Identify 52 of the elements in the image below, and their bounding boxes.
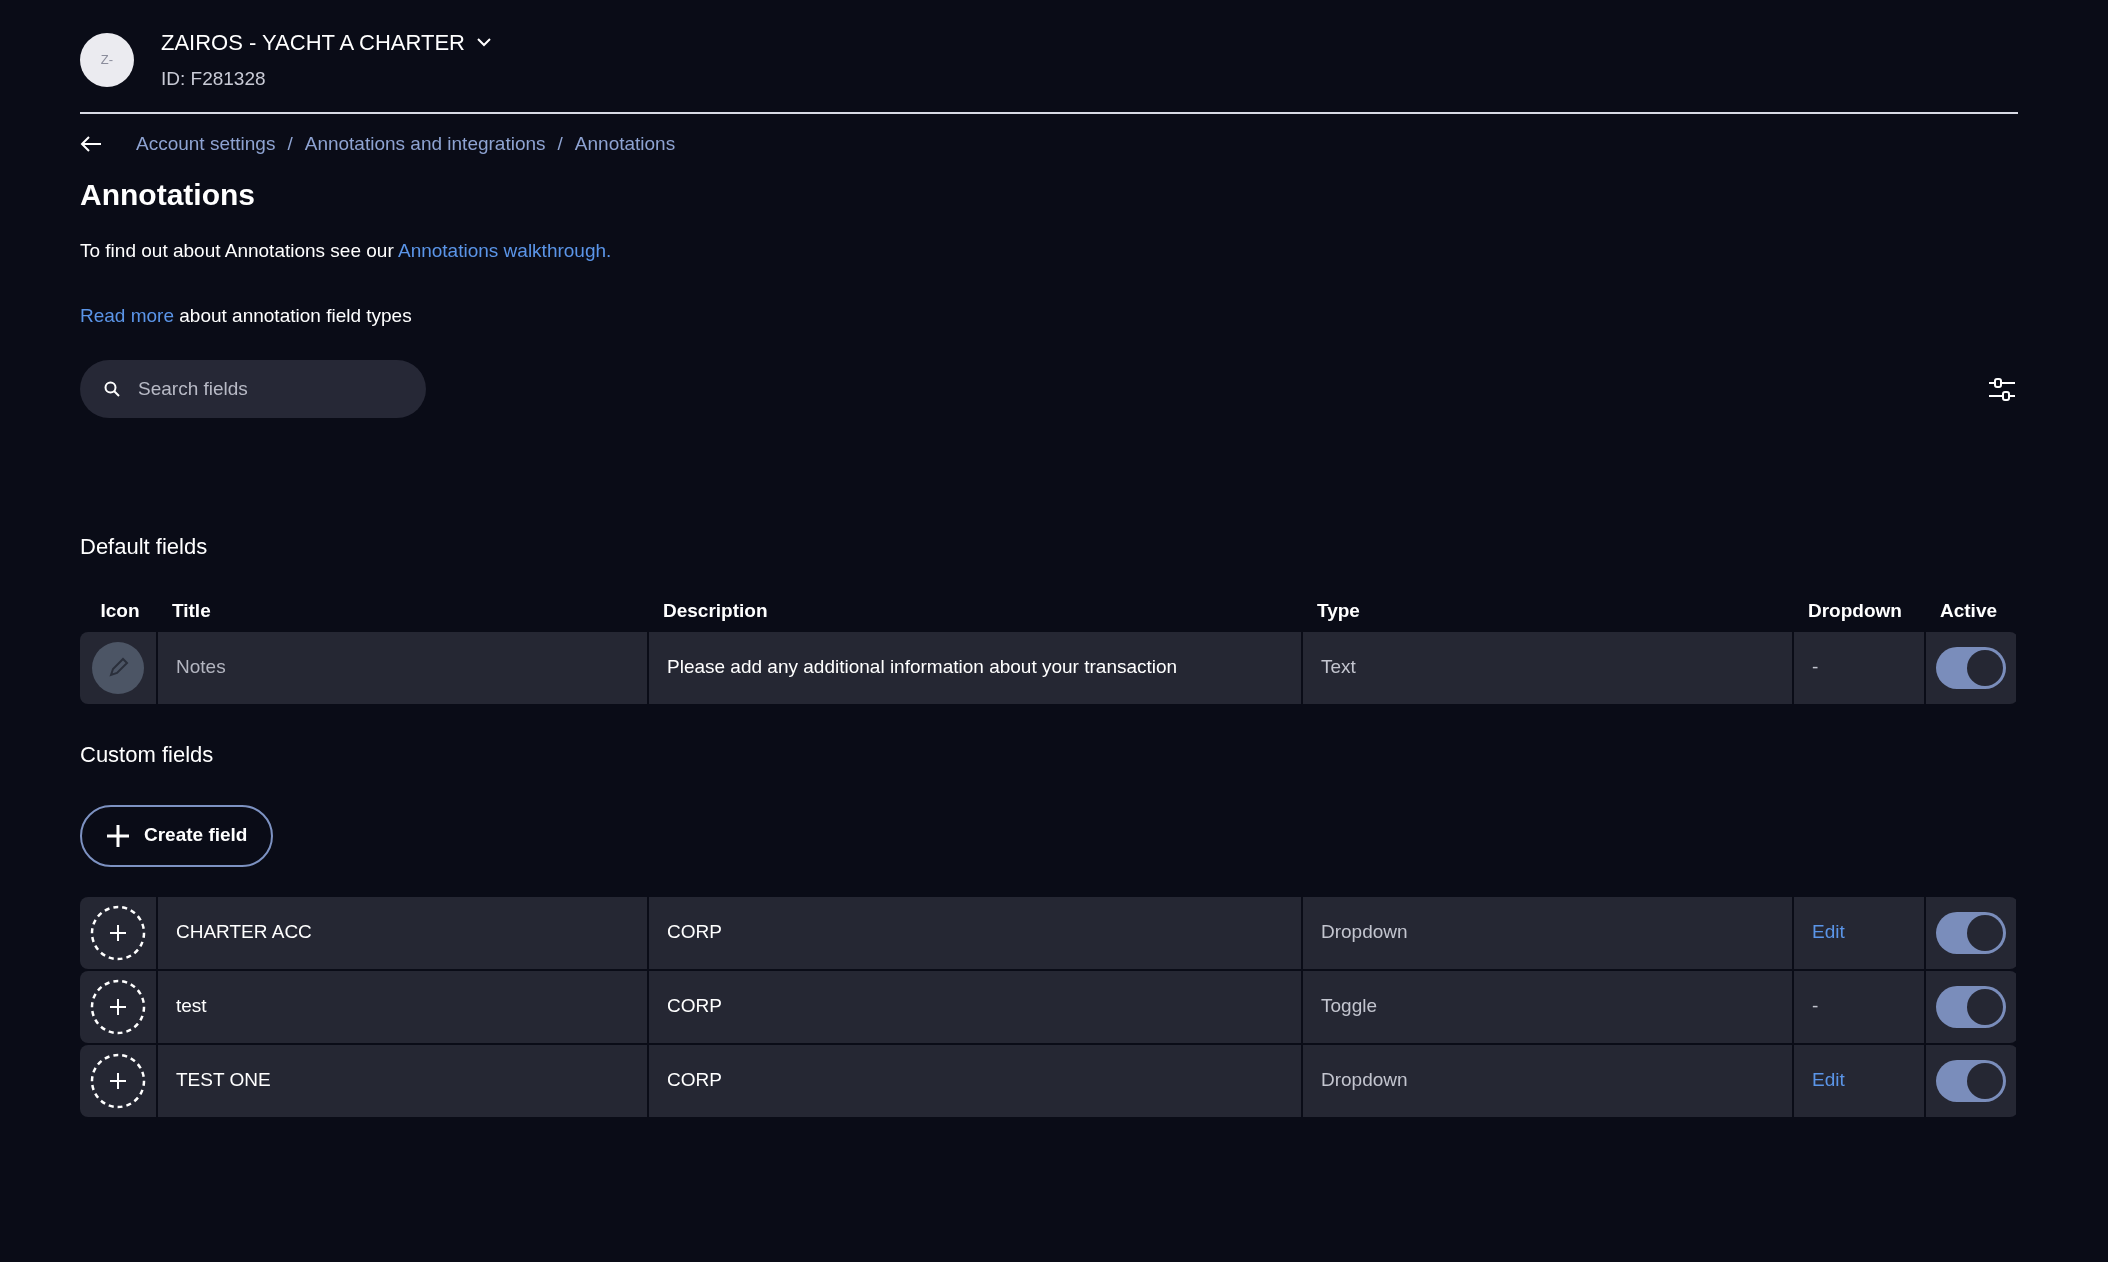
search-field[interactable]: Search fields: [80, 360, 426, 418]
field-type: Dropdown: [1321, 920, 1408, 945]
field-type: Dropdown: [1321, 1068, 1408, 1093]
section-heading: Default fields: [80, 533, 209, 561]
field-type: Text: [1321, 655, 1356, 680]
read-more-link[interactable]: Read more: [80, 304, 174, 326]
read-more-text: Read more about annotation field types: [80, 303, 413, 328]
empty-value: -: [1812, 994, 1819, 1019]
column-header: Dropdown: [1808, 600, 1902, 621]
column-header: Type: [1317, 600, 1360, 621]
account-id: ID: F281328: [161, 67, 267, 91]
back-arrow-icon[interactable]: [80, 135, 102, 152]
active-toggle[interactable]: [1936, 646, 2006, 689]
field-description: Please add any additional information about your transaction: [667, 655, 1178, 680]
plus-icon: [106, 823, 130, 848]
edit-link[interactable]: Edit: [1812, 1066, 1845, 1095]
breadcrumb-link[interactable]: Annotations and integrations: [304, 129, 546, 158]
active-toggle[interactable]: [1936, 985, 2006, 1028]
breadcrumb-link[interactable]: Annotations: [574, 129, 676, 158]
add-icon[interactable]: [90, 978, 146, 1035]
breadcrumb-link[interactable]: Account settings: [136, 129, 276, 158]
field-description: CORP: [667, 1068, 722, 1093]
field-title: Notes: [176, 655, 226, 680]
create-field-button[interactable]: Create field: [80, 804, 274, 867]
column-header: Description: [663, 600, 768, 621]
active-toggle[interactable]: [1936, 911, 2006, 954]
account-avatar: Z-: [80, 32, 134, 87]
breadcrumb-separator: /: [557, 131, 563, 156]
add-icon[interactable]: [90, 904, 146, 961]
field-description: CORP: [667, 994, 722, 1019]
account-name[interactable]: ZAIROS - YACHT A CHARTER: [161, 26, 465, 59]
field-title: TEST ONE: [176, 1068, 271, 1093]
empty-value: -: [1812, 655, 1819, 680]
field-type: Toggle: [1321, 994, 1377, 1019]
intro-text: To find out about Annotations see our Annotations walkthrough.: [80, 239, 613, 263]
section-heading: Custom fields: [80, 740, 215, 769]
pencil-icon: [90, 639, 146, 696]
add-icon[interactable]: [90, 1052, 146, 1109]
field-title: test: [176, 994, 207, 1019]
column-header: Icon: [100, 599, 140, 623]
field-title: CHARTER ACC: [176, 920, 312, 945]
edit-link[interactable]: Edit: [1812, 918, 1845, 947]
active-toggle[interactable]: [1936, 1059, 2006, 1102]
walkthrough-link[interactable]: Annotations walkthrough.: [397, 240, 612, 261]
chevron-down-icon[interactable]: [477, 38, 491, 47]
search-icon: [104, 381, 120, 397]
column-header: Active: [1940, 600, 1998, 621]
filter-sliders-icon[interactable]: [1988, 377, 2016, 401]
breadcrumb-separator: /: [287, 131, 293, 156]
field-description: CORP: [667, 920, 722, 945]
page-title: Annotations: [80, 177, 256, 213]
column-header: Title: [172, 600, 211, 621]
